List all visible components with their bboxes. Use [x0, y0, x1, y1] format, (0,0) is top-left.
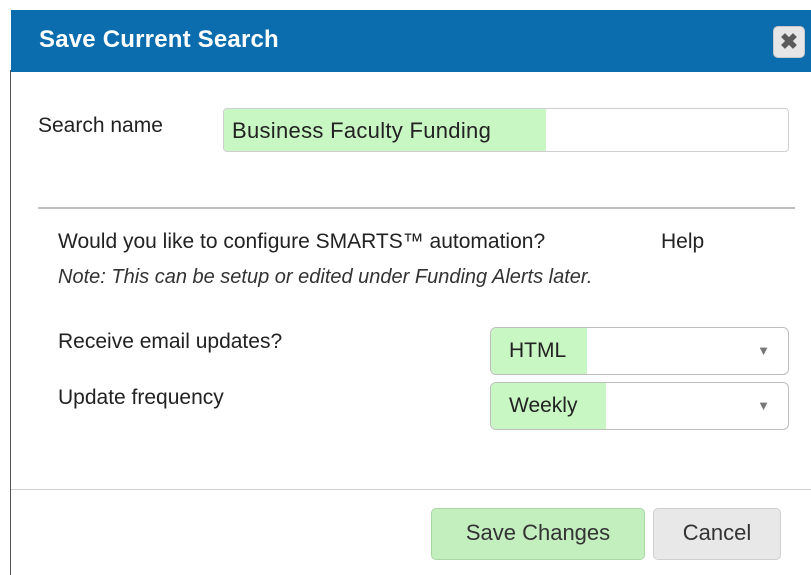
search-name-value: Business Faculty Funding	[232, 118, 492, 143]
help-link[interactable]: Help	[661, 230, 704, 254]
close-button[interactable]: ✖	[773, 26, 805, 58]
chevron-down-icon: ▼	[757, 343, 770, 358]
update-frequency-value: Weekly	[509, 394, 578, 417]
footer-divider	[11, 489, 811, 490]
save-search-dialog: Save Current Search ✖ Search name Busine…	[11, 10, 811, 575]
email-updates-label: Receive email updates?	[58, 330, 283, 353]
update-frequency-label: Update frequency	[58, 386, 224, 409]
section-divider	[38, 207, 795, 209]
search-name-label: Search name	[38, 114, 163, 137]
automation-question: Would you like to configure SMARTS™ auto…	[58, 230, 546, 253]
close-icon: ✖	[779, 29, 799, 54]
email-updates-value: HTML	[509, 339, 567, 362]
email-updates-select[interactable]: HTML ▼	[490, 327, 789, 375]
cancel-button[interactable]: Cancel	[653, 508, 781, 560]
save-changes-button[interactable]: Save Changes	[431, 508, 645, 560]
update-frequency-select[interactable]: Weekly ▼	[490, 382, 789, 430]
dialog-titlebar: Save Current Search ✖	[11, 10, 811, 72]
search-name-input[interactable]: Business Faculty Funding	[223, 108, 789, 152]
chevron-down-icon: ▼	[757, 398, 770, 413]
automation-note: Note: This can be setup or edited under …	[58, 266, 593, 288]
dialog-title: Save Current Search	[39, 26, 279, 53]
